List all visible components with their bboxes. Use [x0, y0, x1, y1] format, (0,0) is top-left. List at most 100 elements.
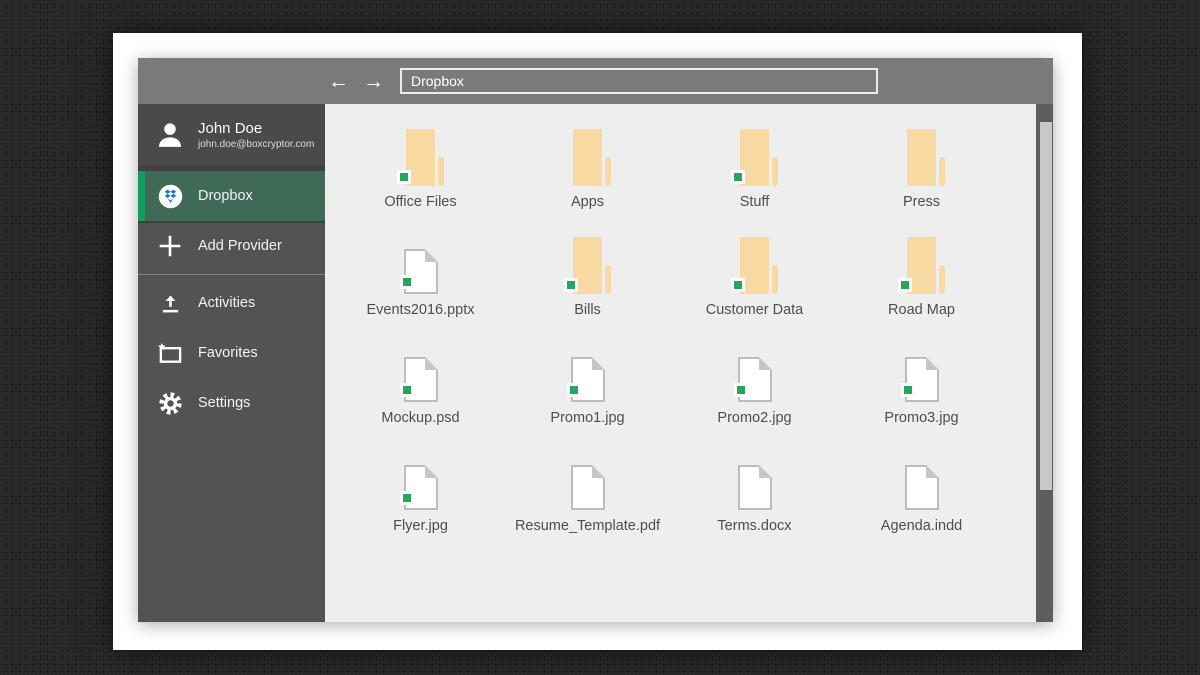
scrollbar[interactable] [1036, 104, 1053, 622]
document-icon [399, 357, 438, 402]
file-name: Events2016.pptx [366, 302, 475, 318]
app-card: ← → Dropbox John Doe john.doe@boxcryptor… [113, 33, 1082, 650]
file-name: Press [902, 194, 941, 210]
upload-icon [155, 292, 185, 315]
file-item[interactable]: Promo3.jpg [838, 342, 1005, 450]
file-name: Road Map [888, 302, 955, 318]
encrypted-badge [898, 278, 912, 292]
sidebar-item-add-provider[interactable]: Add Provider [138, 221, 325, 271]
file-icon-wrap [731, 234, 778, 294]
file-grid-area: Office Files Apps Stuff Press Events2016 [325, 104, 1036, 622]
file-item[interactable]: Promo1.jpg [504, 342, 671, 450]
encrypted-badge [399, 383, 414, 397]
user-avatar-icon [155, 120, 185, 150]
folder-item[interactable]: Office Files [337, 126, 504, 234]
main-area: John Doe john.doe@boxcryptor.com Dropbox… [138, 104, 1053, 622]
folder-item[interactable]: Apps [504, 126, 671, 234]
document-icon [733, 357, 772, 402]
file-icon-wrap [399, 234, 438, 294]
user-text: John Doe john.doe@boxcryptor.com [198, 120, 314, 150]
encrypted-badge [733, 383, 748, 397]
sidebar-item-settings[interactable]: Settings [138, 378, 325, 428]
folder-item[interactable]: Customer Data [671, 234, 838, 342]
file-item[interactable]: Flyer.jpg [337, 450, 504, 558]
file-item[interactable]: Mockup.psd [337, 342, 504, 450]
folder-icon [397, 129, 444, 186]
file-icon-wrap [399, 342, 438, 402]
document-icon [399, 249, 438, 294]
address-bar[interactable]: Dropbox [400, 68, 878, 94]
file-name: Terms.docx [717, 518, 792, 534]
file-name: Bills [574, 302, 601, 318]
file-name: Apps [570, 194, 605, 210]
folder-icon [731, 129, 778, 186]
sidebar-item-dropbox[interactable]: Dropbox [138, 171, 325, 223]
file-icon-wrap [733, 342, 772, 402]
forward-button[interactable]: → [361, 71, 386, 92]
file-icon-wrap [898, 234, 945, 294]
file-icon-wrap [904, 450, 939, 510]
file-item[interactable]: Events2016.pptx [337, 234, 504, 342]
folder-icon [564, 237, 611, 294]
folder-item[interactable]: Press [838, 126, 1005, 234]
sidebar-nav: Dropbox Add Provider Activities Favorite… [138, 171, 325, 428]
document-icon [737, 465, 772, 510]
encrypted-badge [399, 491, 414, 505]
plus-icon [155, 233, 185, 259]
sidebar: John Doe john.doe@boxcryptor.com Dropbox… [138, 104, 325, 622]
file-icon-wrap [900, 342, 939, 402]
file-name: Customer Data [705, 302, 804, 318]
file-icon-wrap [907, 126, 945, 186]
file-item[interactable]: Promo2.jpg [671, 342, 838, 450]
gear-icon [155, 391, 185, 416]
file-name: Mockup.psd [381, 410, 460, 426]
dropbox-icon [155, 183, 185, 210]
boxcryptor-window: ← → Dropbox John Doe john.doe@boxcryptor… [138, 58, 1053, 622]
user-name: John Doe [198, 120, 263, 137]
document-icon [900, 357, 939, 402]
file-item[interactable]: Resume_Template.pdf [504, 450, 671, 558]
encrypted-badge [731, 170, 745, 184]
file-icon-wrap [731, 126, 778, 186]
file-icon-wrap [399, 450, 438, 510]
file-name: Promo1.jpg [550, 410, 625, 426]
document-icon [399, 465, 438, 510]
file-icon-wrap [573, 126, 611, 186]
user-email: john.doe@boxcryptor.com [198, 139, 315, 150]
encrypted-badge [564, 278, 578, 292]
desktop-background: { "app": { "titlebar": { "back_icon": "←… [0, 0, 1200, 675]
back-button[interactable]: ← [326, 71, 351, 92]
folder-icon [898, 237, 945, 294]
document-icon [566, 357, 605, 402]
folder-icon [907, 129, 945, 186]
encrypted-badge [397, 170, 411, 184]
file-item[interactable]: Agenda.indd [838, 450, 1005, 558]
document-icon [570, 465, 605, 510]
file-item[interactable]: Terms.docx [671, 450, 838, 558]
file-icon-wrap [566, 342, 605, 402]
user-profile[interactable]: John Doe john.doe@boxcryptor.com [138, 104, 325, 171]
encrypted-badge [566, 383, 581, 397]
file-name: Promo2.jpg [717, 410, 792, 426]
file-name: Flyer.jpg [393, 518, 448, 534]
sidebar-item-favorites[interactable]: Favorites [138, 328, 325, 378]
folder-icon [573, 129, 611, 186]
file-name: Agenda.indd [880, 518, 963, 534]
encrypted-badge [399, 275, 414, 289]
file-name: Resume_Template.pdf [514, 518, 661, 534]
sidebar-item-activities[interactable]: Activities [138, 278, 325, 328]
scrollbar-thumb[interactable] [1040, 122, 1052, 490]
encrypted-badge [900, 383, 915, 397]
folder-item[interactable]: Road Map [838, 234, 1005, 342]
favorites-icon [155, 342, 185, 365]
file-name: Promo3.jpg [884, 410, 959, 426]
folder-item[interactable]: Stuff [671, 126, 838, 234]
file-icon-wrap [564, 234, 611, 294]
sidebar-divider [138, 274, 325, 275]
title-bar: ← → Dropbox [138, 58, 1053, 104]
folder-icon [731, 237, 778, 294]
document-icon [904, 465, 939, 510]
folder-item[interactable]: Bills [504, 234, 671, 342]
file-icon-wrap [397, 126, 444, 186]
file-grid: Office Files Apps Stuff Press Events2016 [337, 126, 1005, 558]
